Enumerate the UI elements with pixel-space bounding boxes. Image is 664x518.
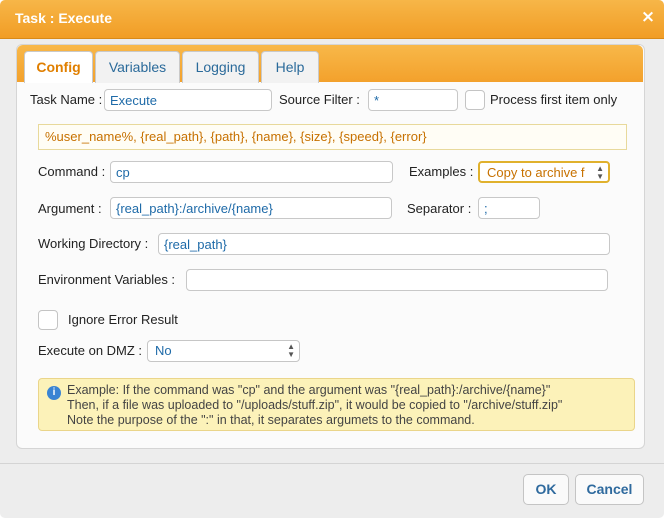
source-filter-input[interactable]: * (368, 89, 458, 111)
tab-bar: Config Variables Logging Help (17, 45, 643, 83)
separator-input[interactable]: ; (478, 197, 540, 219)
examples-select[interactable]: Copy to archive f ▲ ▼ (478, 161, 610, 183)
footer-divider (0, 463, 664, 464)
ok-button[interactable]: OK (523, 474, 569, 505)
ignore-error-checkbox[interactable] (38, 310, 58, 330)
command-label: Command : (38, 164, 106, 179)
environment-variables-input[interactable] (186, 269, 608, 291)
example-info-box: i Example: If the command was "cp" and t… (38, 378, 635, 431)
execute-on-dmz-label: Execute on DMZ : (38, 343, 143, 358)
process-first-checkbox[interactable] (465, 90, 485, 110)
execute-on-dmz-select[interactable]: No ▲ ▼ (147, 340, 300, 362)
source-filter-label: Source Filter : (279, 92, 360, 107)
info-line-2: Then, if a file was uploaded to "/upload… (67, 398, 563, 412)
task-name-label: Task Name : (30, 92, 103, 107)
variables-hint: %user_name%, {real_path}, {path}, {name}… (38, 124, 627, 150)
info-line-3: Note the purpose of the ":" in that, it … (67, 413, 475, 427)
examples-label: Examples : (409, 164, 474, 179)
tab-help[interactable]: Help (261, 51, 319, 83)
task-name-input[interactable]: Execute (104, 89, 272, 111)
argument-input[interactable]: {real_path}:/archive/{name} (110, 197, 392, 219)
close-icon[interactable]: × (640, 9, 656, 26)
tab-config[interactable]: Config (24, 51, 93, 83)
command-input[interactable]: cp (110, 161, 393, 183)
info-line-1: Example: If the command was "cp" and the… (67, 383, 551, 397)
execute-on-dmz-value: No (155, 343, 172, 358)
examples-select-value: Copy to archive f (487, 165, 585, 180)
task-execute-dialog: Task : Execute × Config Variables Loggin… (0, 0, 664, 518)
info-icon: i (47, 386, 61, 400)
environment-variables-label: Environment Variables : (38, 272, 176, 287)
cancel-button[interactable]: Cancel (575, 474, 644, 505)
working-directory-label: Working Directory : (38, 236, 149, 251)
select-arrows-icon: ▲ ▼ (596, 164, 604, 181)
dialog-titlebar[interactable]: Task : Execute × (0, 0, 664, 39)
ignore-error-label: Ignore Error Result (68, 312, 178, 327)
working-directory-input[interactable]: {real_path} (158, 233, 610, 255)
select-arrows-icon: ▲ ▼ (287, 342, 295, 359)
dialog-title: Task : Execute (15, 10, 113, 26)
tab-variables[interactable]: Variables (95, 51, 180, 83)
tab-logging[interactable]: Logging (182, 51, 259, 83)
process-first-label: Process first item only (490, 92, 618, 107)
separator-label: Separator : (407, 201, 472, 216)
argument-label: Argument : (38, 201, 102, 216)
